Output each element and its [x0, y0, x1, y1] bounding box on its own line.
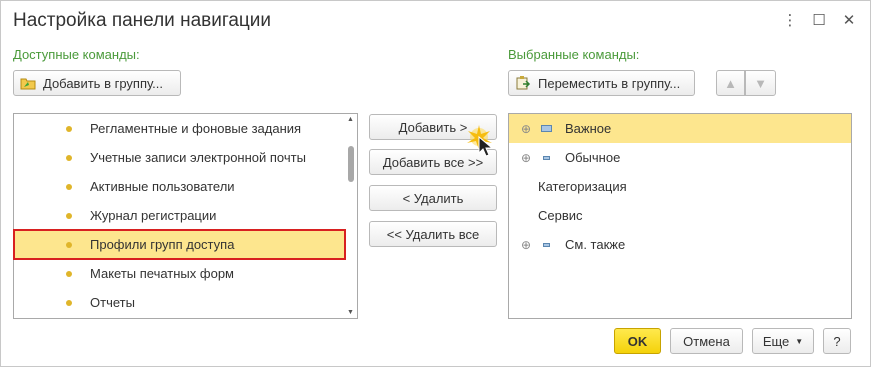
navigation-panel-settings-dialog: Настройка панели навигации ⋮ ☐ ✕ Доступн…: [0, 0, 871, 367]
cursor-icon: [467, 125, 494, 157]
move-up-icon: ▲: [724, 75, 737, 91]
expand-icon[interactable]: ⊕: [521, 238, 531, 252]
list-item-label: Активные пользователи: [90, 179, 235, 194]
list-item[interactable]: Журнал регистрации: [14, 201, 347, 230]
expand-icon[interactable]: ⊕: [521, 151, 531, 165]
bullet-icon: [66, 154, 72, 161]
selected-commands-label: Выбранные команды:: [508, 47, 640, 62]
selected-commands-tree[interactable]: ⊕ Важное ⊕ Обычное Категоризация Сервис …: [508, 113, 852, 319]
remove-button[interactable]: < Удалить: [369, 185, 497, 211]
help-button[interactable]: ?: [823, 328, 851, 354]
maximize-icon[interactable]: ☐: [811, 11, 827, 29]
tree-item-label: Обычное: [565, 150, 621, 165]
list-item-label: Макеты печатных форм: [90, 266, 234, 281]
tree-item-categorization[interactable]: Категоризация: [509, 172, 851, 201]
tree-item-label: Важное: [565, 121, 612, 136]
list-item[interactable]: Учетные записи электронной почты: [14, 143, 347, 172]
tree-item-regular[interactable]: ⊕ Обычное: [509, 143, 851, 172]
close-icon[interactable]: ✕: [841, 11, 857, 29]
tree-item-label: Сервис: [538, 208, 583, 223]
move-down-icon: ▼: [754, 75, 767, 91]
expand-icon[interactable]: ⊕: [521, 122, 531, 136]
bullet-icon: [66, 270, 72, 277]
available-list-scrollbar[interactable]: ▲ ▼: [345, 114, 357, 318]
list-item-label: Журнал регистрации: [90, 208, 217, 223]
tree-item-label: Категоризация: [538, 179, 627, 194]
move-to-group-icon: [515, 75, 532, 91]
more-button[interactable]: Еще ▼: [752, 328, 814, 354]
dropdown-caret-icon: ▼: [795, 336, 804, 346]
move-to-group-label: Переместить в группу...: [538, 75, 681, 91]
move-down-button[interactable]: ▼: [745, 70, 776, 96]
list-item[interactable]: Регламентные и фоновые задания: [14, 114, 347, 143]
list-item-label: Регламентные и фоновые задания: [90, 121, 302, 136]
list-item[interactable]: Отчеты: [14, 288, 347, 317]
bullet-icon: [66, 299, 72, 306]
group-icon: [541, 125, 552, 132]
more-menu-icon[interactable]: ⋮: [782, 11, 798, 29]
group-icon: [543, 155, 550, 160]
tree-item-label: См. также: [565, 237, 626, 252]
list-item-label: Учетные записи электронной почты: [90, 150, 306, 165]
move-to-group-button[interactable]: Переместить в группу...: [508, 70, 695, 96]
tree-item-see-also[interactable]: ⊕ См. также: [509, 230, 851, 259]
add-to-group-label: Добавить в группу...: [43, 75, 164, 91]
more-button-label: Еще: [762, 333, 790, 349]
tree-item-service[interactable]: Сервис: [509, 201, 851, 230]
scroll-down-icon[interactable]: ▼: [347, 309, 354, 316]
bullet-icon: [66, 125, 72, 132]
add-to-group-button[interactable]: Добавить в группу...: [13, 70, 181, 96]
remove-all-button[interactable]: << Удалить все: [369, 221, 497, 247]
scrollbar-thumb[interactable]: [348, 146, 354, 182]
dialog-title: Настройка панели навигации: [13, 10, 272, 31]
add-to-group-icon: [20, 75, 37, 91]
tree-item-important[interactable]: ⊕ Важное: [509, 114, 851, 143]
available-commands-list[interactable]: Регламентные и фоновые задания Учетные з…: [13, 113, 358, 319]
list-item[interactable]: Активные пользователи: [14, 172, 347, 201]
bullet-icon: [66, 183, 72, 190]
list-item[interactable]: Макеты печатных форм: [14, 259, 347, 288]
move-up-button[interactable]: ▲: [716, 70, 745, 96]
group-icon: [543, 242, 550, 247]
bullet-icon: [66, 212, 72, 219]
available-commands-label: Доступные команды:: [13, 47, 140, 62]
list-item-label: Отчеты: [90, 295, 135, 310]
scroll-up-icon[interactable]: ▲: [347, 116, 354, 123]
ok-button[interactable]: OK: [614, 328, 661, 354]
highlight-frame: [13, 229, 346, 260]
cancel-button[interactable]: Отмена: [670, 328, 743, 354]
